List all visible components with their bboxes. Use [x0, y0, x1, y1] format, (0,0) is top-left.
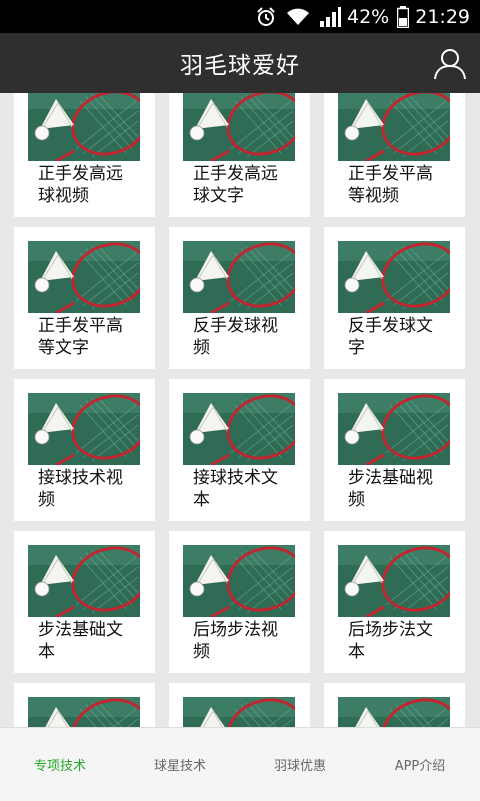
topic-card-label: 正手发平高等视频: [348, 164, 433, 206]
signal-icon: [319, 6, 341, 27]
topic-card[interactable]: 正手发高远球视频: [14, 93, 155, 217]
topic-card[interactable]: 中场步法: [324, 683, 465, 727]
badminton-thumbnail: [183, 697, 295, 727]
tab-star-skills[interactable]: 球星技术: [120, 728, 240, 801]
badminton-thumbnail: [338, 697, 450, 727]
tab-deals[interactable]: 羽球优惠: [240, 728, 360, 801]
badminton-thumbnail: [338, 545, 450, 617]
user-icon: [434, 49, 466, 80]
tab-special-skills[interactable]: 专项技术: [0, 728, 120, 801]
topic-card[interactable]: 反手发球视频: [169, 227, 310, 369]
battery-icon: [397, 5, 410, 28]
badminton-thumbnail: [183, 241, 295, 313]
topic-card[interactable]: 步法基础视频: [324, 379, 465, 521]
clock: 21:29: [415, 5, 470, 28]
badminton-thumbnail: [28, 545, 140, 617]
topic-card-label: 正手发平高等文字: [38, 316, 123, 358]
user-profile-button[interactable]: [432, 46, 468, 82]
topic-card-label: 后场步法文本: [348, 620, 433, 662]
badminton-thumbnail: [338, 241, 450, 313]
topic-card[interactable]: 后场步法文本: [324, 531, 465, 673]
badminton-thumbnail: [183, 545, 295, 617]
topic-card[interactable]: 前场步法: [169, 683, 310, 727]
topic-card-label: 正手发高远球视频: [38, 164, 123, 206]
topic-card-label: 步法基础视频: [348, 468, 433, 510]
topic-card-label: 接球技术文本: [193, 468, 278, 510]
topic-card[interactable]: 正手发平高等视频: [324, 93, 465, 217]
topic-card[interactable]: 正手发平高等文字: [14, 227, 155, 369]
bottom-tab-bar: 专项技术 球星技术 羽球优惠 APP介绍: [0, 727, 480, 801]
topic-card[interactable]: 前场步法: [14, 683, 155, 727]
badminton-thumbnail: [183, 93, 295, 161]
topic-card-label: 正手发高远球文字: [193, 164, 278, 206]
status-bar: 42% 21:29: [0, 0, 480, 33]
wifi-icon: [285, 7, 311, 27]
topic-card-label: 反手发球视频: [193, 316, 278, 358]
badminton-thumbnail: [338, 93, 450, 161]
topic-card-label: 接球技术视频: [38, 468, 123, 510]
topic-card-label: 后场步法视频: [193, 620, 278, 662]
topic-grid: 正手发高远球视频 正手发高远球文字 正手发平高等视频 正手发平高等文字 反手发球…: [0, 93, 480, 727]
badminton-thumbnail: [28, 241, 140, 313]
badminton-thumbnail: [183, 393, 295, 465]
badminton-thumbnail: [28, 697, 140, 727]
topic-card[interactable]: 接球技术文本: [169, 379, 310, 521]
alarm-icon: [255, 6, 277, 28]
topic-card[interactable]: 步法基础文本: [14, 531, 155, 673]
topic-card[interactable]: 正手发高远球文字: [169, 93, 310, 217]
topic-card[interactable]: 后场步法视频: [169, 531, 310, 673]
badminton-thumbnail: [28, 393, 140, 465]
badminton-thumbnail: [28, 93, 140, 161]
topic-card-label: 步法基础文本: [38, 620, 123, 662]
topic-card-label: 反手发球文字: [348, 316, 433, 358]
page-title: 羽毛球爱好: [180, 53, 300, 79]
topic-card[interactable]: 反手发球文字: [324, 227, 465, 369]
topic-card[interactable]: 接球技术视频: [14, 379, 155, 521]
battery-percent: 42%: [347, 5, 390, 28]
badminton-thumbnail: [338, 393, 450, 465]
tab-app-intro[interactable]: APP介绍: [360, 728, 480, 801]
app-header: 羽毛球爱好: [0, 33, 480, 93]
